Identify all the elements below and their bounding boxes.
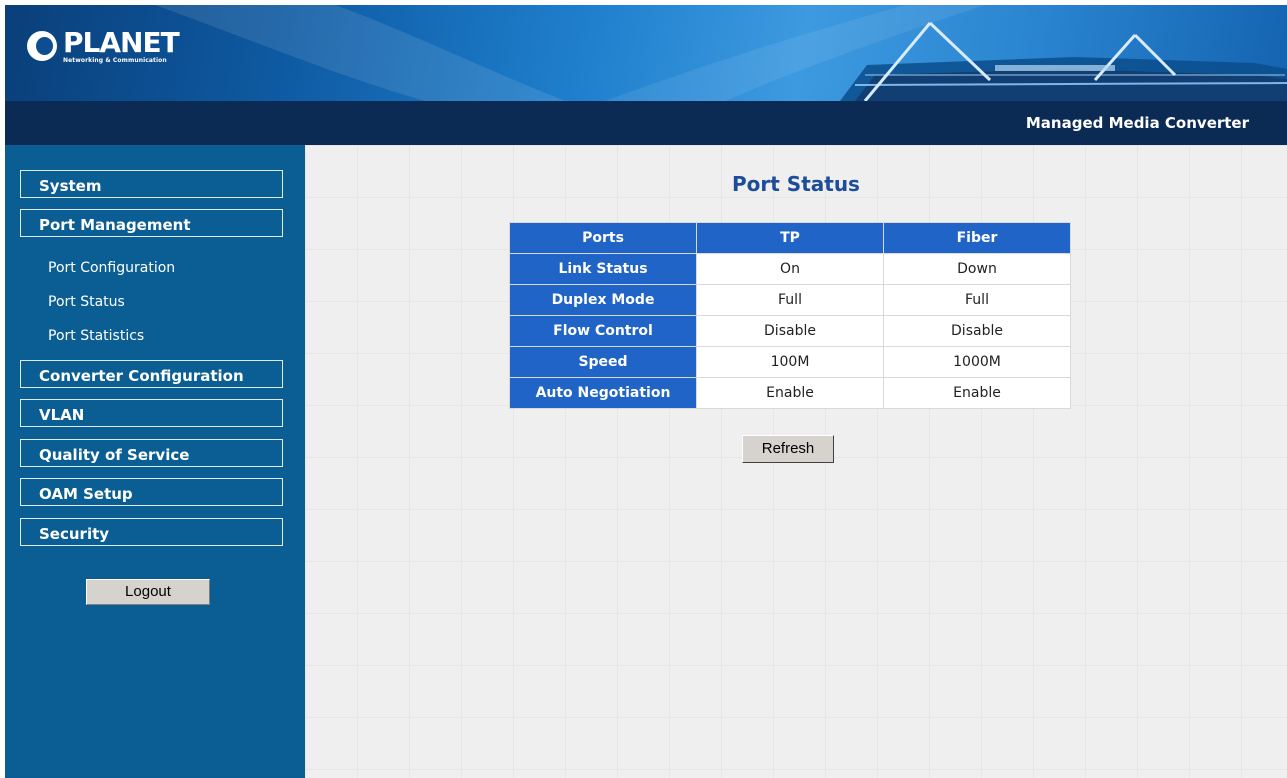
banner-graphic [155, 5, 1287, 101]
table-cell-fiber: 1000M [883, 346, 1071, 378]
table-cell-fiber: Enable [883, 377, 1071, 409]
row-header: Link Status [509, 253, 697, 285]
sidebar-item-converter-configuration[interactable]: Converter Configuration [20, 360, 283, 388]
table-cell-tp: 100M [696, 346, 884, 378]
logout-button[interactable]: Logout [86, 579, 210, 605]
column-header-ports: Ports [509, 222, 697, 254]
app-window: PLANET Networking & Communication Manage… [5, 5, 1287, 778]
table-row: Speed 100M 1000M [509, 346, 1071, 378]
planet-logo: PLANET Networking & Communication [27, 23, 180, 69]
table-row: Link Status On Down [509, 253, 1071, 285]
table-cell-fiber: Full [883, 284, 1071, 316]
table-cell-tp: Full [696, 284, 884, 316]
table-row: Auto Negotiation Enable Enable [509, 377, 1071, 409]
sidebar-item-vlan[interactable]: VLAN [20, 399, 283, 427]
table-header-row: Ports TP Fiber [509, 222, 1071, 254]
table-cell-tp: Enable [696, 377, 884, 409]
table-cell-fiber: Disable [883, 315, 1071, 347]
page-title: Port Status [732, 172, 860, 196]
sidebar-item-quality-of-service[interactable]: Quality of Service [20, 439, 283, 467]
product-name: Managed Media Converter [1025, 114, 1249, 132]
main-content: Port Status Ports TP Fiber Link Status O… [305, 145, 1287, 778]
column-header-fiber: Fiber [883, 222, 1071, 254]
table-row: Flow Control Disable Disable [509, 315, 1071, 347]
header-banner: PLANET Networking & Communication [5, 5, 1287, 101]
sidebar-subitem-port-status[interactable]: Port Status [48, 294, 125, 310]
row-header: Flow Control [509, 315, 697, 347]
logo-name: PLANET [63, 25, 180, 59]
table-cell-tp: Disable [696, 315, 884, 347]
sidebar-item-port-management[interactable]: Port Management [20, 209, 283, 237]
sidebar: System Port Management Port Configuratio… [5, 145, 305, 778]
logo-tagline: Networking & Communication [63, 56, 167, 64]
table-cell-fiber: Down [883, 253, 1071, 285]
column-header-tp: TP [696, 222, 884, 254]
row-header: Auto Negotiation [509, 377, 697, 409]
table-row: Duplex Mode Full Full [509, 284, 1071, 316]
sidebar-item-oam-setup[interactable]: OAM Setup [20, 478, 283, 506]
planet-logo-icon [27, 31, 57, 61]
sidebar-item-security[interactable]: Security [20, 518, 283, 546]
sidebar-item-system[interactable]: System [20, 170, 283, 198]
row-header: Speed [509, 346, 697, 378]
sidebar-subitem-port-statistics[interactable]: Port Statistics [48, 328, 144, 344]
title-bar: Managed Media Converter [5, 101, 1287, 145]
table-cell-tp: On [696, 253, 884, 285]
sidebar-subitem-port-configuration[interactable]: Port Configuration [48, 260, 175, 276]
refresh-button[interactable]: Refresh [742, 435, 834, 463]
port-status-table: Ports TP Fiber Link Status On Down Duple… [509, 222, 1071, 409]
row-header: Duplex Mode [509, 284, 697, 316]
